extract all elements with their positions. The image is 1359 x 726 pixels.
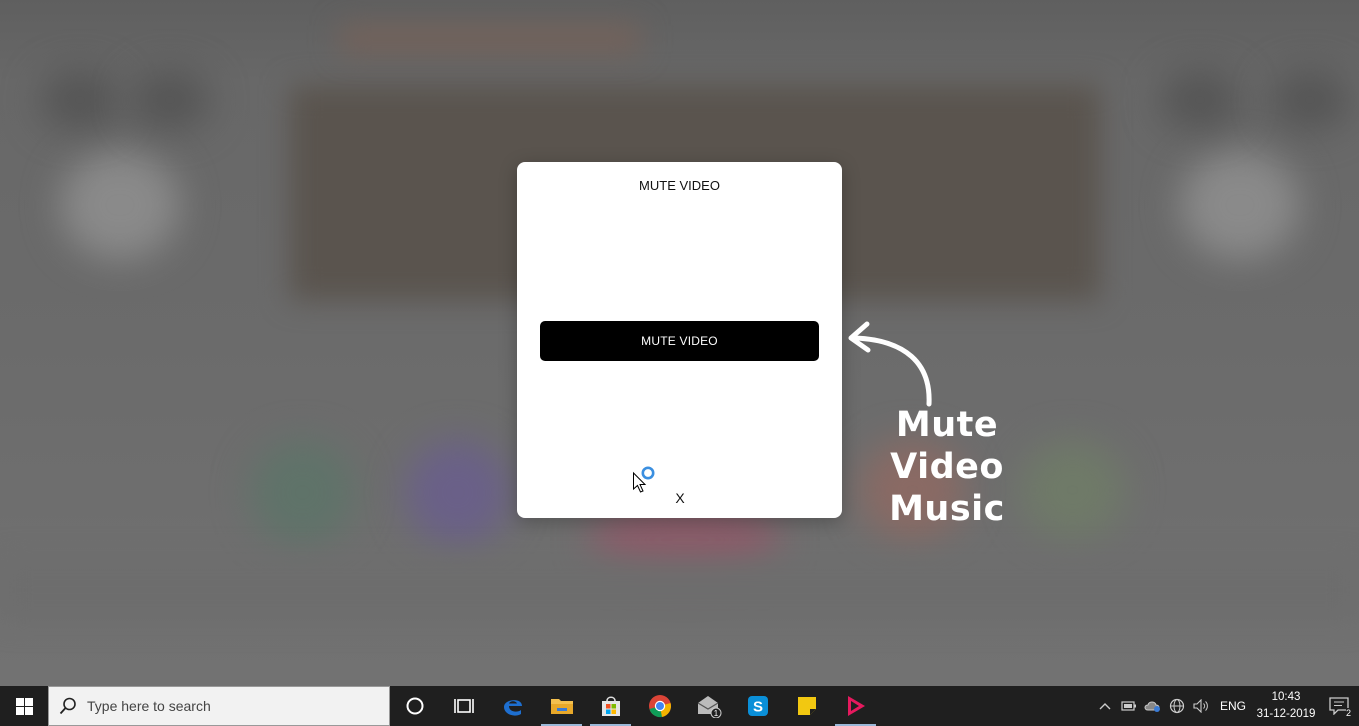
edge-button[interactable]: [488, 686, 537, 726]
skype-button[interactable]: S: [733, 686, 782, 726]
file-explorer-button[interactable]: [537, 686, 586, 726]
annotation-line-1: Mute Video: [890, 405, 1004, 487]
folder-icon: [550, 699, 573, 714]
close-button[interactable]: X: [670, 489, 690, 507]
play-icon: [847, 696, 865, 716]
action-center-button[interactable]: 2: [1319, 686, 1359, 726]
clock[interactable]: 10:43 31-12-2019: [1253, 689, 1319, 723]
system-tray: ENG 10:43 31-12-2019 2: [1093, 686, 1359, 726]
sticky-notes-button[interactable]: [782, 686, 831, 726]
edge-icon: [503, 700, 522, 716]
input-language[interactable]: ENG: [1213, 699, 1253, 713]
store-bag-icon: [601, 696, 620, 716]
notification-count: 2: [1345, 708, 1351, 718]
chevron-up-icon: [1099, 703, 1111, 710]
windows-logo-icon: [15, 697, 33, 715]
network-button[interactable]: [1165, 686, 1189, 726]
show-hidden-icons-button[interactable]: [1093, 686, 1117, 726]
task-view-icon: [453, 699, 474, 713]
cloud-icon: [1144, 701, 1160, 712]
taskbar-search-box[interactable]: Type here to search: [48, 686, 390, 726]
dialog-title: MUTE VIDEO: [639, 178, 720, 193]
chrome-icon: [648, 695, 671, 718]
annotation-caption: Mute Video Music: [838, 404, 1056, 530]
cortana-button[interactable]: [390, 686, 439, 726]
clock-date: 31-12-2019: [1256, 708, 1316, 720]
curved-arrow-icon: [848, 321, 932, 407]
circle-icon: [406, 697, 423, 715]
search-placeholder: Type here to search: [87, 698, 211, 714]
store-button[interactable]: [586, 686, 635, 726]
mute-video-button[interactable]: MUTE VIDEO: [540, 321, 819, 361]
task-view-button[interactable]: [439, 686, 488, 726]
volume-button[interactable]: [1189, 686, 1213, 726]
mail-badge: 1: [713, 709, 718, 718]
mail-button[interactable]: 1: [684, 686, 733, 726]
busy-cursor-icon: [633, 466, 655, 493]
mute-video-dialog: MUTE VIDEO MUTE VIDEO X: [517, 162, 842, 518]
skype-icon: S: [747, 696, 768, 716]
onedrive-button[interactable]: [1141, 686, 1165, 726]
start-button[interactable]: [0, 686, 48, 726]
annotation-line-2: Music: [889, 489, 1005, 529]
clock-time: 10:43: [1271, 691, 1301, 703]
sticky-note-icon: [797, 697, 816, 715]
speaker-icon: [1193, 699, 1208, 713]
search-icon: [49, 697, 87, 715]
chrome-button[interactable]: [635, 686, 684, 726]
battery-icon: [1121, 701, 1136, 711]
video-app-button[interactable]: [831, 686, 880, 726]
mail-icon: 1: [697, 696, 721, 718]
svg-text:S: S: [752, 699, 762, 716]
battery-button[interactable]: [1117, 686, 1141, 726]
globe-icon: [1169, 698, 1185, 714]
taskbar: Type here to search 1 S ENG 10:43 31-12-…: [0, 686, 1359, 726]
